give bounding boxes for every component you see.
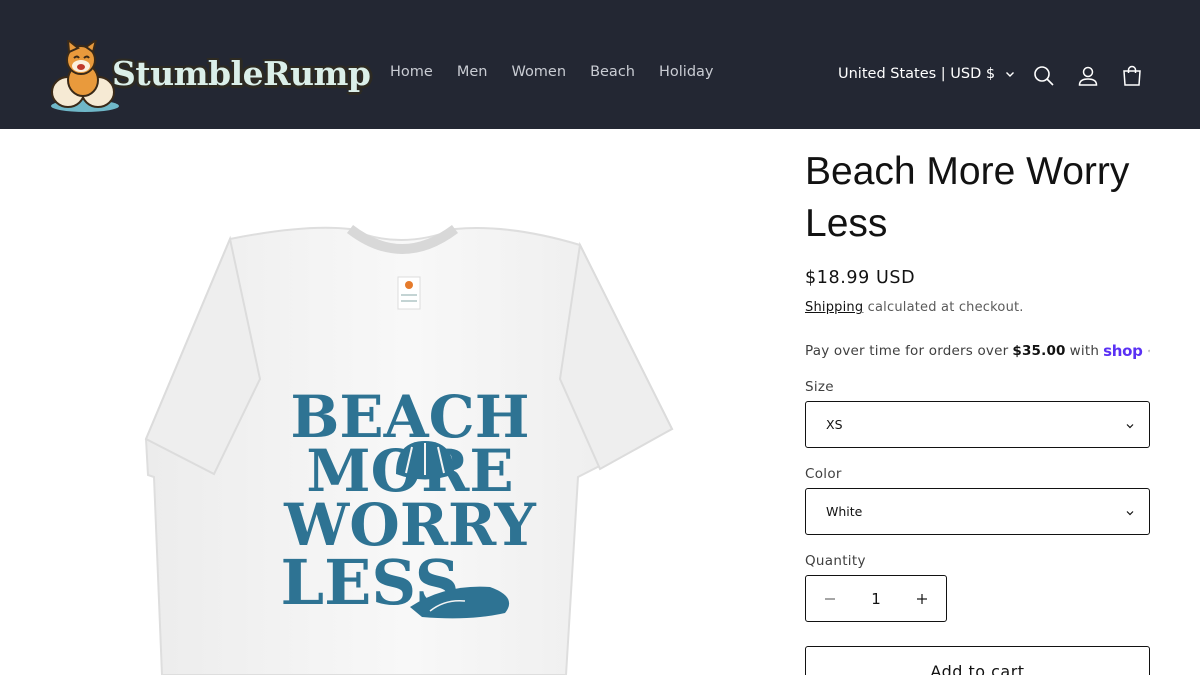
- nav-holiday[interactable]: Holiday: [659, 64, 714, 80]
- size-select[interactable]: XS: [805, 401, 1150, 448]
- quantity-input[interactable]: 1: [871, 590, 881, 608]
- chevron-down-icon: [1126, 511, 1134, 516]
- plus-icon: [916, 593, 927, 604]
- color-label: Color: [805, 466, 842, 482]
- product-title: Beach More Worry Less: [805, 150, 1130, 245]
- quantity-label: Quantity: [805, 553, 866, 569]
- site-header: StumbleRump Home Men Women Beach Holiday…: [0, 0, 1200, 129]
- brand-name: StumbleRump: [112, 54, 371, 93]
- nav-women[interactable]: Women: [511, 64, 566, 80]
- color-value: White: [826, 504, 863, 519]
- shipping-note: Shipping calculated at checkout.: [805, 300, 1150, 315]
- main-nav: Home Men Women Beach Holiday: [378, 64, 726, 80]
- color-select[interactable]: White: [805, 488, 1150, 535]
- installments-amount: $35.00: [1012, 343, 1066, 359]
- cart-icon[interactable]: [1120, 64, 1144, 88]
- country-currency-selector[interactable]: United States | USD $: [838, 66, 1015, 82]
- quantity-stepper: 1: [805, 575, 947, 622]
- product-image[interactable]: BEACH MORE WORRY LESS: [50, 129, 770, 675]
- increase-quantity-button[interactable]: [914, 591, 930, 607]
- nav-men[interactable]: Men: [457, 64, 488, 80]
- brand-logo[interactable]: StumbleRump: [48, 40, 371, 114]
- tshirt-image: BEACH MORE WORRY LESS: [144, 224, 674, 675]
- shiba-mascot-icon: [51, 40, 119, 112]
- shipping-link[interactable]: Shipping: [805, 300, 863, 315]
- product-info: Beach More Worry Less $18.99 USD Shippin…: [805, 146, 1150, 622]
- installments-prefix: Pay over time for orders over: [805, 343, 1009, 359]
- account-icon[interactable]: [1076, 64, 1100, 88]
- add-to-cart-button[interactable]: Add to cart: [805, 646, 1150, 675]
- shipping-text: calculated at checkout.: [867, 300, 1024, 315]
- chevron-down-icon: [1126, 424, 1134, 429]
- size-label: Size: [805, 379, 834, 395]
- nav-beach[interactable]: Beach: [590, 64, 635, 80]
- decrease-quantity-button[interactable]: [822, 591, 838, 607]
- installments-suffix: with: [1069, 343, 1100, 359]
- minus-icon: [825, 597, 835, 600]
- chevron-down-icon: [1006, 72, 1015, 77]
- locale-label: United States | USD $: [838, 66, 996, 82]
- search-icon[interactable]: [1032, 64, 1056, 88]
- nav-home[interactable]: Home: [390, 64, 433, 80]
- size-value: XS: [826, 417, 843, 432]
- shop-pay-logo[interactable]: shop: [1103, 342, 1143, 360]
- help-icon[interactable]: [1147, 343, 1150, 359]
- shop-pay-installments: Pay over time for orders over $35.00 wit…: [805, 342, 1150, 360]
- product-price: $18.99 USD: [805, 268, 916, 288]
